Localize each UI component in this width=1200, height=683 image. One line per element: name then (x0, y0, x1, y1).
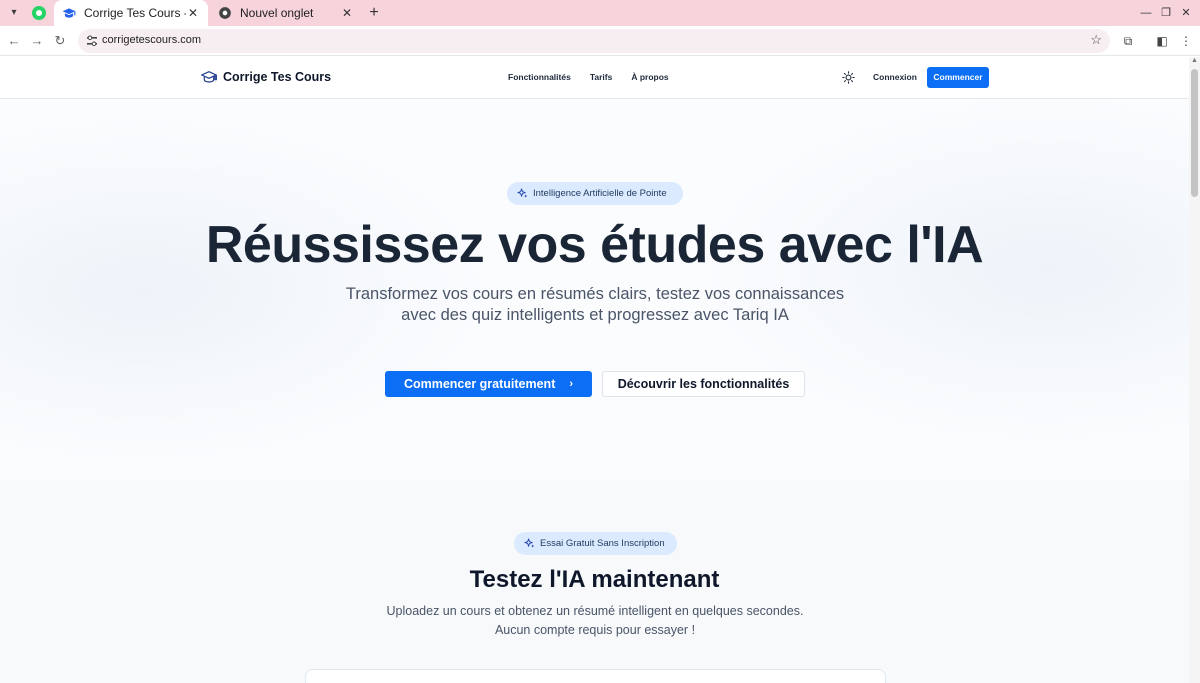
close-tab-icon[interactable]: ✕ (186, 6, 200, 20)
nav-link-a-propos[interactable]: À propos (631, 72, 668, 82)
ai-badge: Intelligence Artificielle de Pointe (507, 182, 683, 205)
url-text: corrigetescours.com (102, 34, 202, 46)
restore-icon[interactable]: ❐ (1158, 5, 1174, 21)
forward-arrow-icon[interactable]: → (29, 33, 45, 49)
chrome-favicon-icon (218, 6, 232, 20)
start-button[interactable]: Commencer (927, 67, 989, 88)
upload-card (305, 669, 886, 683)
browser-tab-strip: ▾ Corrige Tes Cours - Plate ✕ Nouvel ong… (0, 0, 1200, 26)
profile-avatar-icon[interactable]: ◧ (1154, 33, 1170, 49)
site-header: Corrige Tes Cours Fonctionnalités Tarifs… (0, 57, 1189, 99)
discover-features-button[interactable]: Découvrir les fonctionnalités (602, 371, 805, 397)
reload-icon[interactable]: ↻ (52, 33, 68, 49)
new-tab-plus-icon[interactable]: + (366, 4, 382, 22)
close-tab-icon[interactable]: ✕ (340, 6, 354, 20)
main-nav: Fonctionnalités Tarifs À propos (508, 72, 669, 82)
hero-title: Réussissez vos études avec l'IA (205, 216, 984, 274)
nav-link-tarifs[interactable]: Tarifs (590, 72, 613, 82)
whatsapp-pinned-tab-icon[interactable] (32, 6, 46, 20)
start-free-label: Commencer gratuitement (403, 377, 556, 391)
hero-subtitle: Transformez vos cours en résumés clairs,… (345, 285, 845, 324)
free-trial-badge-label: Essai Gratuit Sans Inscription (540, 538, 665, 549)
site-settings-icon[interactable] (86, 35, 98, 47)
hero-section: Intelligence Artificielle de Pointe Réus… (0, 99, 1189, 480)
tab-title: Nouvel onglet (240, 6, 314, 20)
minimize-icon[interactable]: — (1138, 5, 1154, 21)
login-link[interactable]: Connexion (873, 72, 917, 82)
brand-name: Corrige Tes Cours (223, 70, 332, 84)
sparkles-icon (524, 538, 535, 548)
tab-search-chevron-icon[interactable]: ▾ (6, 5, 22, 21)
close-window-icon[interactable]: ✕ (1178, 5, 1194, 21)
page-viewport: Corrige Tes Cours Fonctionnalités Tarifs… (0, 57, 1189, 683)
trial-description-line-1: Uploadez un cours et obtenez un résumé i… (386, 604, 804, 618)
trial-description: Uploadez un cours et obtenez un résumé i… (370, 602, 820, 640)
graduation-cap-icon (201, 71, 217, 83)
nav-link-fonctionnalites[interactable]: Fonctionnalités (508, 72, 571, 82)
browser-toolbar: ← → ↻ corrigetescours.com ☆ ⧉ ◧ ⋮ (0, 26, 1200, 56)
ai-badge-label: Intelligence Artificielle de Pointe (533, 188, 667, 199)
trial-section: Essai Gratuit Sans Inscription Testez l'… (0, 480, 1189, 683)
tab-corrige-tes-cours[interactable]: Corrige Tes Cours - Plate ✕ (54, 0, 208, 26)
tab-nouvel-onglet[interactable]: Nouvel onglet ✕ (210, 0, 362, 26)
scroll-up-arrow-icon[interactable]: ▲ (1190, 57, 1199, 67)
graduation-cap-favicon-icon (62, 6, 76, 20)
bookmark-star-icon[interactable]: ☆ (1090, 32, 1102, 48)
back-arrow-icon[interactable]: ← (6, 33, 22, 49)
brand-logo-link[interactable]: Corrige Tes Cours (201, 69, 331, 85)
page-scrollbar[interactable]: ▲ (1189, 57, 1200, 683)
trial-description-line-2: Aucun compte requis pour essayer ! (494, 623, 696, 637)
address-bar[interactable]: corrigetescours.com ☆ (78, 29, 1110, 53)
scrollbar-thumb[interactable] (1191, 69, 1198, 197)
sparkles-icon (517, 188, 528, 198)
sun-icon[interactable] (842, 71, 855, 84)
free-trial-badge: Essai Gratuit Sans Inscription (514, 532, 677, 555)
chevron-right-icon: › (569, 378, 574, 390)
browser-menu-icon[interactable]: ⋮ (1178, 33, 1194, 49)
start-free-button[interactable]: Commencer gratuitement › (385, 371, 592, 397)
tab-title: Corrige Tes Cours - Plate (84, 6, 186, 20)
extensions-puzzle-icon[interactable]: ⧉ (1120, 33, 1136, 49)
trial-title: Testez l'IA maintenant (469, 566, 720, 593)
